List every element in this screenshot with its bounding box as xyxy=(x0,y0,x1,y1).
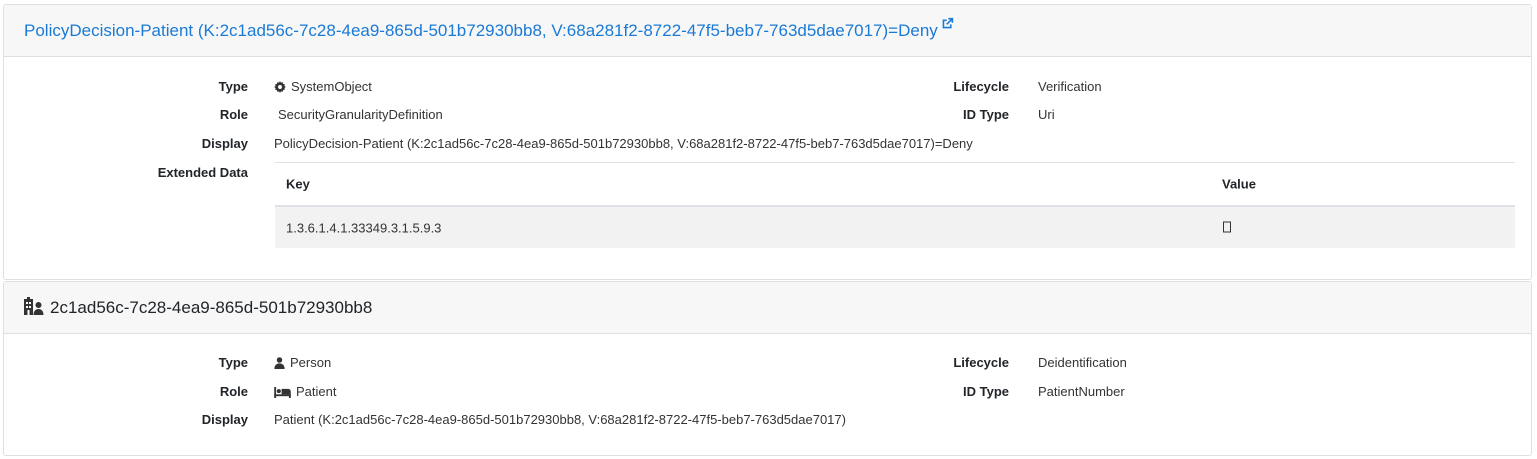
display-label: Display xyxy=(201,412,248,427)
policy-card-header: PolicyDecision-Patient (K:2c1ad56c-7c28-… xyxy=(4,5,1531,57)
column-header-value: Value xyxy=(1222,176,1256,192)
display-value: PolicyDecision-Patient (K:2c1ad56c-7c28-… xyxy=(274,136,973,151)
id-type-value: PatientNumber xyxy=(1038,384,1125,399)
display-value: Patient (K:2c1ad56c-7c28-4ea9-865d-501b7… xyxy=(274,412,846,427)
lifecycle-label: Lifecycle xyxy=(953,79,1009,94)
patient-entity-title: 2c1ad56c-7c28-4ea9-865d-501b72930bb8 xyxy=(50,297,373,317)
external-link-icon[interactable] xyxy=(941,15,954,35)
extended-data-table: Key Value 1.3.6.1.4.1.33349.3.1.5.9.3 xyxy=(275,162,1515,248)
patient-entity-card: 2c1ad56c-7c28-4ea9-865d-501b72930bb8 Typ… xyxy=(3,281,1532,456)
row-value-glyph-icon xyxy=(1223,220,1231,235)
id-type-value: Uri xyxy=(1038,107,1055,122)
hospital-user-icon xyxy=(24,297,44,318)
lifecycle-value: Verification xyxy=(1038,79,1102,94)
id-type-label: ID Type xyxy=(963,107,1009,122)
id-type-label: ID Type xyxy=(963,384,1009,399)
extended-data-label: Extended Data xyxy=(157,165,248,180)
display-label: Display xyxy=(201,136,248,151)
column-header-key: Key xyxy=(286,176,310,192)
lifecycle-label: Lifecycle xyxy=(953,355,1009,370)
patient-card-header: 2c1ad56c-7c28-4ea9-865d-501b72930bb8 xyxy=(4,282,1531,334)
table-header-row: Key Value xyxy=(275,162,1515,207)
policy-title-text[interactable]: PolicyDecision-Patient (K:2c1ad56c-7c28-… xyxy=(24,21,938,40)
policy-title-link[interactable]: PolicyDecision-Patient (K:2c1ad56c-7c28-… xyxy=(24,17,954,41)
policy-decision-card: PolicyDecision-Patient (K:2c1ad56c-7c28-… xyxy=(3,4,1532,280)
table-row: 1.3.6.1.4.1.33349.3.1.5.9.3 xyxy=(275,207,1515,248)
row-key: 1.3.6.1.4.1.33349.3.1.5.9.3 xyxy=(286,220,442,235)
lifecycle-value: Deidentification xyxy=(1038,355,1127,370)
